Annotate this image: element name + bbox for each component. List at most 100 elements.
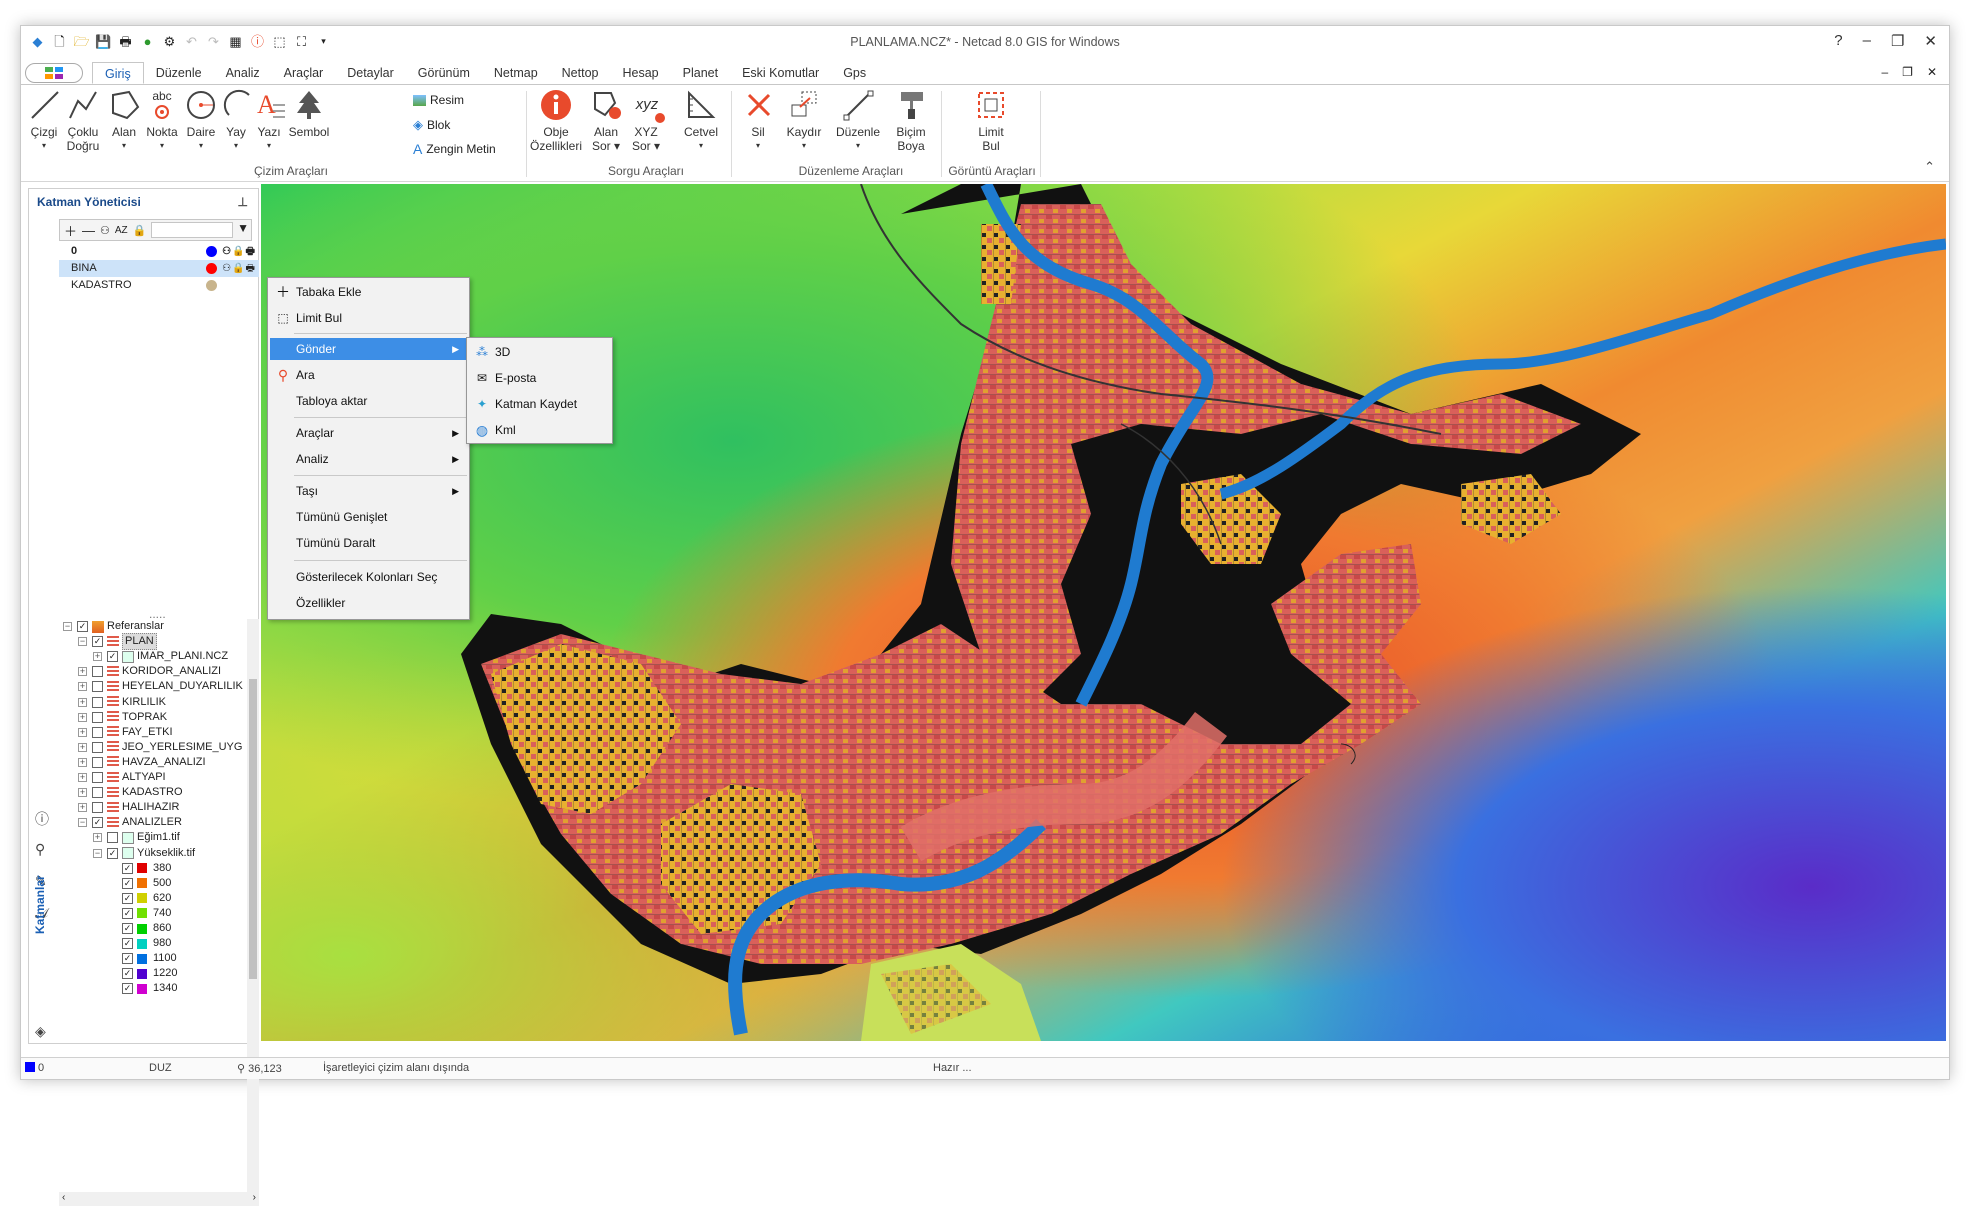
expand-icon[interactable]: + bbox=[78, 757, 87, 767]
tree-node[interactable]: ✓ 380 bbox=[108, 861, 171, 876]
expand-icon[interactable]: + bbox=[78, 742, 87, 752]
tree-node[interactable]: + HALIHAZIR bbox=[78, 800, 179, 815]
tree-node[interactable]: ✓ 860 bbox=[108, 921, 171, 936]
filter-icon[interactable]: ▼ bbox=[237, 221, 249, 235]
menu-item-analiz[interactable]: Analiz ▶ bbox=[270, 448, 467, 470]
tab-giri-[interactable]: Giriş bbox=[92, 62, 144, 84]
expand-icon[interactable]: + bbox=[78, 697, 87, 707]
expand-icon[interactable]: + bbox=[78, 788, 87, 798]
xyz-sor-button[interactable]: xyz XYZ Sor ▾ bbox=[629, 87, 665, 153]
duzenle-button[interactable]: Düzenle ▾ bbox=[833, 87, 883, 153]
tree-horizontal-scrollbar[interactable]: ‹ › bbox=[59, 1192, 259, 1206]
visibility-checkbox[interactable]: ✓ bbox=[122, 938, 133, 950]
submenu-item-kml[interactable]: ◍ Kml bbox=[469, 419, 610, 441]
cetvel-button[interactable]: Cetvel ▾ bbox=[681, 87, 721, 153]
visibility-icon[interactable]: ⚇ bbox=[100, 224, 110, 237]
layer-row[interactable]: 0 ⚇🔒🖶 bbox=[59, 243, 259, 260]
layer-color[interactable] bbox=[206, 263, 217, 274]
expand-icon[interactable]: + bbox=[93, 652, 102, 662]
collapse-icon[interactable]: − bbox=[78, 637, 87, 647]
visibility-checkbox[interactable]: ✓ bbox=[122, 923, 133, 934]
visibility-checkbox[interactable]: ✓ bbox=[92, 817, 103, 829]
visibility-checkbox[interactable] bbox=[92, 726, 103, 738]
pin-icon[interactable]: ⊥ bbox=[238, 189, 248, 215]
nokta-tool-button[interactable]: abc Nokta ▾ bbox=[143, 87, 181, 153]
tree-node[interactable]: + KIRLILIK bbox=[78, 695, 166, 710]
resim-button[interactable]: Resim bbox=[413, 93, 464, 107]
layers-vertical-tab[interactable]: Katmanlar bbox=[33, 875, 47, 934]
visibility-checkbox[interactable] bbox=[92, 772, 103, 783]
yazi-tool-button[interactable]: A Yazı ▾ bbox=[253, 87, 285, 153]
zengin-metin-button[interactable]: A Zengin Metin bbox=[413, 141, 496, 157]
help-button[interactable]: ? bbox=[1834, 32, 1842, 50]
tab-netmap[interactable]: Netmap bbox=[482, 62, 550, 84]
lock-icon[interactable]: 🔒 bbox=[133, 224, 147, 237]
visibility-checkbox[interactable] bbox=[92, 711, 103, 723]
collapse-ribbon-icon[interactable]: ⌃ bbox=[1924, 159, 1935, 175]
sil-button[interactable]: Sil ▾ bbox=[741, 87, 775, 153]
blok-button[interactable]: ◈ Blok bbox=[413, 117, 450, 133]
collapse-icon[interactable]: − bbox=[63, 622, 72, 631]
tab-nettop[interactable]: Nettop bbox=[550, 62, 611, 84]
layers-icon[interactable]: ◈ bbox=[35, 1023, 46, 1040]
visibility-checkbox[interactable]: ✓ bbox=[77, 621, 88, 632]
layer-row-selected[interactable]: BINA ⚇🔒🖶 bbox=[59, 260, 259, 277]
alan-tool-button[interactable]: Alan ▾ bbox=[107, 87, 141, 153]
tree-node[interactable]: + JEO_YERLESIME_UYG bbox=[78, 740, 242, 755]
tree-node[interactable]: + Eğim1.tif bbox=[93, 830, 180, 845]
submenu-item-3d[interactable]: ⁂ 3D bbox=[469, 341, 610, 363]
visibility-checkbox[interactable] bbox=[107, 832, 118, 844]
daire-tool-button[interactable]: Daire ▾ bbox=[183, 87, 219, 153]
tree-node[interactable]: ✓ 1220 bbox=[108, 966, 177, 981]
visibility-checkbox[interactable]: ✓ bbox=[122, 983, 133, 995]
bicim-boya-button[interactable]: Biçim Boya bbox=[889, 87, 933, 153]
visibility-checkbox[interactable]: ✓ bbox=[107, 847, 118, 859]
tab-hesap[interactable]: Hesap bbox=[611, 62, 671, 84]
sembol-tool-button[interactable]: Sembol bbox=[287, 87, 331, 139]
coklu-dogru-tool-button[interactable]: Çoklu Doğru bbox=[63, 87, 103, 153]
doc-close-button[interactable]: ✕ bbox=[1927, 65, 1937, 79]
menu-item-limit-bul[interactable]: ⬚ Limit Bul bbox=[270, 307, 467, 329]
tree-node[interactable]: + KADASTRO bbox=[78, 785, 183, 800]
tree-node[interactable]: + FAY_ETKI bbox=[78, 725, 173, 740]
menu-item-ara[interactable]: ⚲ Ara bbox=[270, 364, 467, 386]
expand-icon[interactable]: + bbox=[78, 803, 87, 813]
scroll-thumb[interactable] bbox=[249, 679, 257, 979]
tree-node[interactable]: ✓ 500 bbox=[108, 876, 171, 891]
doc-restore-button[interactable]: ❐ bbox=[1902, 65, 1913, 79]
menu-item-araclar[interactable]: Araçlar ▶ bbox=[270, 422, 467, 444]
add-layer-icon[interactable]: ＋ bbox=[64, 221, 77, 240]
expand-icon[interactable]: + bbox=[78, 773, 87, 782]
layer-state-icons[interactable]: ⚇🔒🖶 bbox=[222, 243, 256, 260]
collapse-icon[interactable]: − bbox=[78, 818, 87, 828]
layer-state-icons[interactable]: ⚇🔒🖶 bbox=[222, 260, 256, 277]
current-layer-indicator[interactable]: 0 bbox=[25, 1062, 44, 1074]
limit-bul-button[interactable]: Limit Bul bbox=[971, 87, 1011, 153]
application-menu-button[interactable] bbox=[25, 63, 83, 83]
layer-row[interactable]: KADASTRO bbox=[59, 277, 259, 294]
tree-node[interactable]: + TOPRAK bbox=[78, 710, 167, 725]
restore-button[interactable]: ❐ bbox=[1891, 32, 1904, 50]
menu-item-gosterilecek-kolonlar[interactable]: Gösterilecek Kolonları Seç bbox=[270, 566, 467, 588]
menu-item-tabloya-aktar[interactable]: Tabloya aktar bbox=[270, 390, 467, 412]
tree-node[interactable]: + KORIDOR_ANALIZI bbox=[78, 664, 221, 679]
visibility-checkbox[interactable] bbox=[92, 756, 103, 768]
tree-node[interactable]: − ✓ Referanslar bbox=[63, 619, 164, 634]
expand-icon[interactable]: + bbox=[78, 682, 87, 692]
layer-color[interactable] bbox=[206, 246, 217, 257]
obje-ozellikleri-button[interactable]: Obje Özellikleri bbox=[529, 87, 583, 153]
expand-icon[interactable]: + bbox=[78, 712, 87, 722]
menu-item-ozellikler[interactable]: Özellikler bbox=[270, 592, 467, 614]
tree-node[interactable]: ✓ 980 bbox=[108, 936, 171, 951]
menu-item-tabaka-ekle[interactable]: ＋ Tabaka Ekle bbox=[270, 281, 467, 303]
tree-vertical-scrollbar[interactable] bbox=[247, 619, 259, 1192]
tree-node[interactable]: ✓ 1100 bbox=[108, 951, 177, 966]
tree-node[interactable]: − ✓ ANALIZLER bbox=[78, 815, 182, 830]
sort-az-icon[interactable]: AZ bbox=[115, 225, 128, 236]
tab-ara-lar[interactable]: Araçlar bbox=[272, 62, 336, 84]
visibility-checkbox[interactable]: ✓ bbox=[122, 968, 133, 980]
layer-color[interactable] bbox=[206, 280, 217, 291]
visibility-checkbox[interactable] bbox=[92, 666, 103, 678]
layer-search-input[interactable] bbox=[151, 222, 233, 238]
menu-item-tumunu-genislet[interactable]: Tümünü Genişlet bbox=[270, 506, 467, 528]
